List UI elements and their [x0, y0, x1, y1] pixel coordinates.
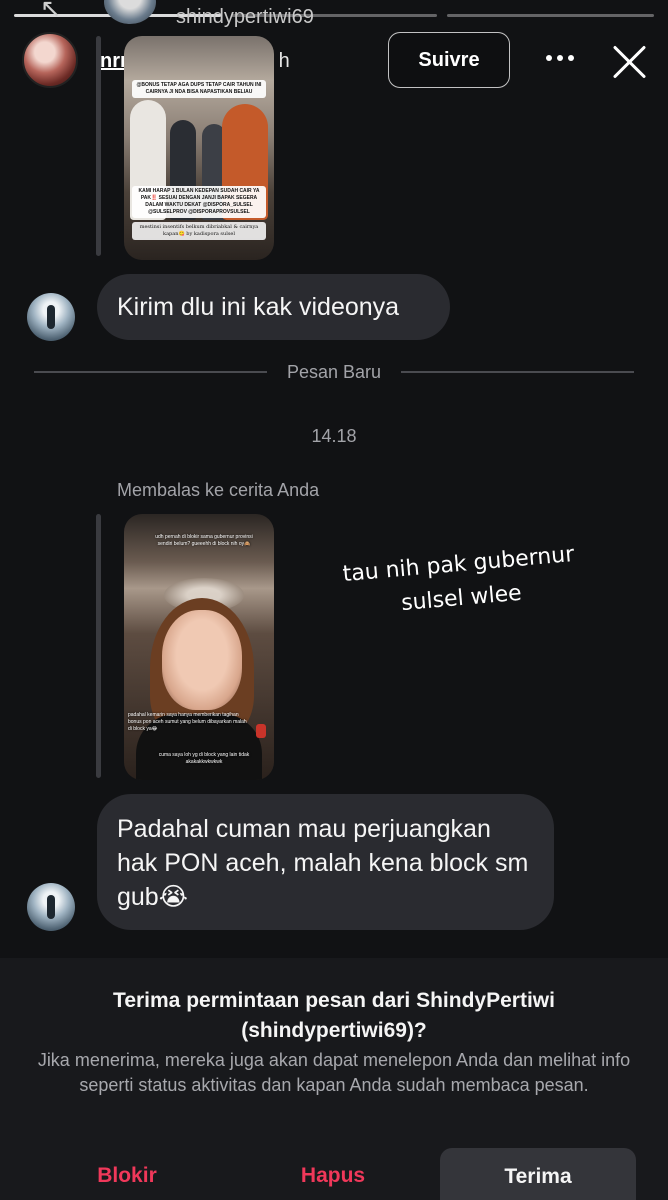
request-title: Terima permintaan pesan dari ShindyPerti… — [113, 989, 555, 1042]
new-messages-divider: Pesan Baru — [34, 360, 634, 384]
back-arrow-icon: ↖ — [40, 0, 62, 24]
block-button[interactable]: Blokir — [60, 1152, 194, 1200]
photo-face — [162, 610, 242, 710]
delete-button[interactable]: Hapus — [266, 1152, 400, 1200]
story-text: padahal kemarin saya hanya memberikan ta… — [128, 712, 247, 732]
close-icon[interactable] — [610, 42, 650, 82]
reply-rail — [96, 514, 101, 778]
avatar — [104, 0, 156, 24]
story-text: udh pernah di blokir sama gubernur provi… — [155, 534, 253, 547]
handwritten-sticker: tau nih pak gubernur sulsel wlee — [341, 541, 576, 617]
message-request-panel: Terima permintaan pesan dari ShindyPerti… — [0, 958, 668, 1200]
story-text: cuma saya loh yg di block yang lain tida… — [158, 752, 250, 765]
previous-username: shindypertiwi69 — [176, 6, 314, 28]
divider-label: Pesan Baru — [286, 361, 382, 382]
story-caption: mestinsi insentifs belkum dibriabkal & c… — [132, 222, 266, 240]
message-bubble[interactable]: Padahal cuman mau perjuangkan hak PON ac… — [97, 794, 554, 930]
message-bubble[interactable]: Kirim dlu ini kak videonya — [97, 274, 450, 340]
follow-button[interactable]: Suivre — [388, 32, 510, 88]
story-author-avatar[interactable] — [22, 32, 78, 88]
message-text: Padahal cuman mau perjuangkan hak PON ac… — [117, 815, 529, 911]
accept-button[interactable]: Terima — [440, 1148, 636, 1200]
more-options-icon[interactable] — [540, 46, 580, 70]
reply-rail — [96, 36, 101, 256]
sender-avatar[interactable] — [27, 293, 75, 341]
photo-object — [256, 724, 266, 738]
request-actions: Blokir Hapus Terima — [0, 1148, 668, 1200]
request-description: Jika menerima, mereka juga akan dapat me… — [37, 1050, 631, 1095]
sender-avatar[interactable] — [27, 883, 75, 931]
story-caption: KAMI HARAP 1 BULAN KEDEPAN SUDAH CAIR YA… — [132, 186, 266, 218]
divider-line — [34, 371, 267, 373]
message-text: Kirim dlu ini kak videonya — [117, 293, 400, 321]
divider-line — [401, 371, 634, 373]
message-timestamp: 14.18 — [311, 426, 357, 446]
story-caption: @BONUS TETAP AGA DUPS TETAP CAIR TAHUN I… — [132, 80, 266, 98]
story-reply-thumbnail[interactable]: udh pernah di blokir sama gubernur provi… — [124, 514, 274, 780]
story-reply-thumbnail[interactable]: @BONUS TETAP AGA DUPS TETAP CAIR TAHUN I… — [124, 36, 274, 260]
reply-context-label: Membalas ke cerita Anda — [117, 480, 320, 500]
